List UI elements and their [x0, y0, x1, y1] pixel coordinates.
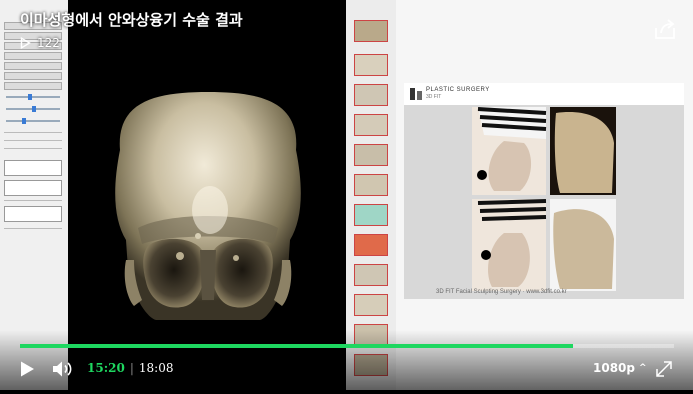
- slide-thumbnail: [354, 54, 388, 76]
- fullscreen-button[interactable]: [655, 360, 673, 378]
- view-count-value: 122: [37, 36, 60, 50]
- slide-thumbnail: [354, 174, 388, 196]
- share-button[interactable]: [652, 17, 678, 41]
- slide-thumbnail: [354, 294, 388, 316]
- share-icon: [655, 19, 675, 39]
- video-player[interactable]: PLASTIC SURGERY 3D FIT 3D FIT Facial Scu…: [0, 0, 693, 390]
- before-after-photos: [472, 107, 616, 291]
- slide-thumbnail: [354, 204, 388, 226]
- volume-icon: [53, 361, 72, 377]
- progress-fill: [20, 344, 574, 348]
- play-icon: [21, 361, 34, 377]
- view-count: 122: [20, 36, 60, 50]
- slide-thumbnail: [354, 144, 388, 166]
- quality-label: 1080p: [593, 361, 635, 375]
- video-title: 이마성형에서 안와상융기 수술 결과: [20, 11, 243, 29]
- play-outline-icon: [20, 37, 31, 49]
- presentation-slide: PLASTIC SURGERY 3D FIT 3D FIT Facial Scu…: [404, 83, 684, 299]
- progress-bar[interactable]: [20, 344, 674, 348]
- slide-thumbnail: [354, 264, 388, 286]
- chevron-up-icon: ^: [639, 363, 647, 373]
- volume-button[interactable]: [51, 359, 75, 379]
- slide-thumbnail: [354, 234, 388, 256]
- time-display: 15:20 | 18:08: [87, 361, 173, 375]
- current-time: 15:20: [87, 361, 125, 375]
- slide-thumbnail: [354, 84, 388, 106]
- slide-thumbnail: [354, 20, 388, 42]
- time-separator: |: [129, 361, 134, 375]
- slide-thumbnail: [354, 114, 388, 136]
- fullscreen-icon: [656, 361, 672, 377]
- quality-selector[interactable]: 1080p ^: [593, 361, 647, 375]
- slide-footer: 3D FIT Facial Sculpting Surgery · www.3d…: [436, 289, 567, 295]
- play-button[interactable]: [18, 360, 36, 378]
- duration: 18:08: [138, 361, 174, 375]
- controls-gradient: [0, 330, 693, 390]
